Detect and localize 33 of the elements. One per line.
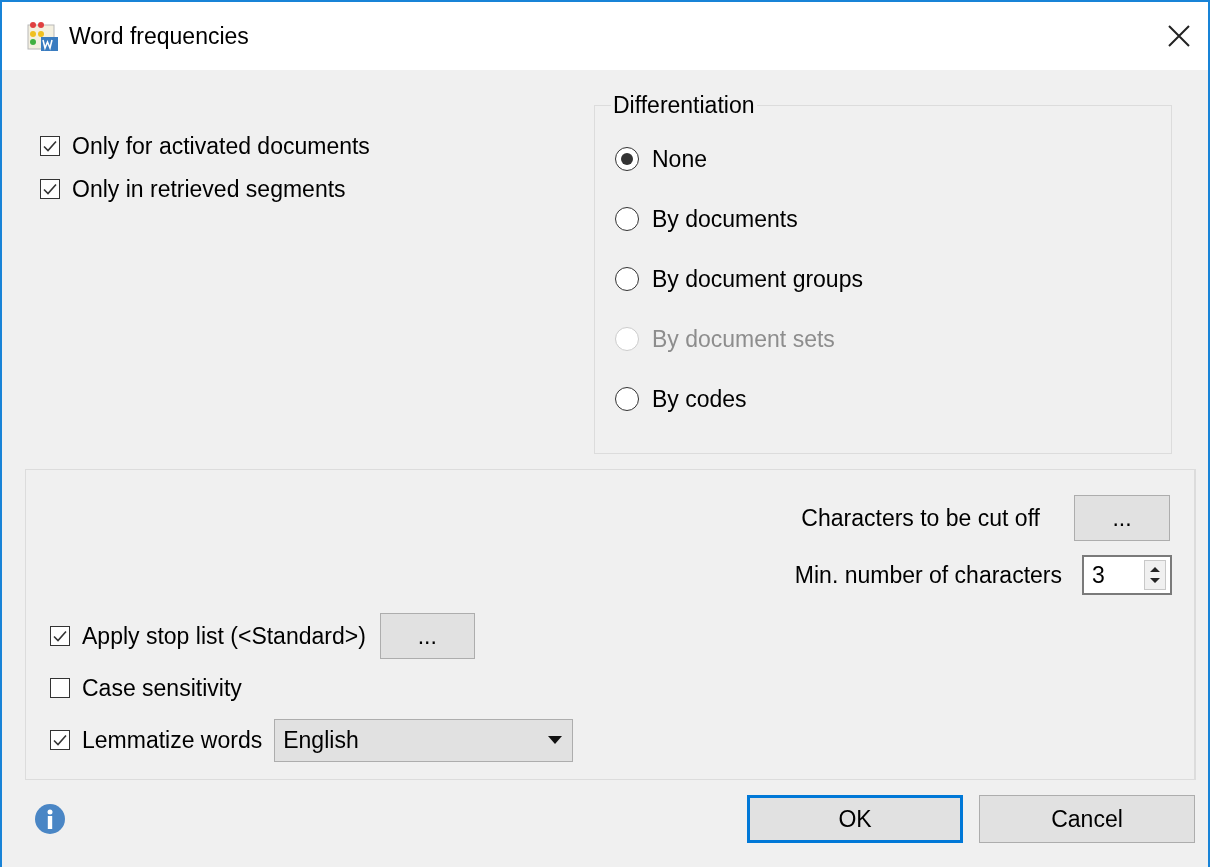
checkbox[interactable] [50,678,70,698]
app-icon [27,20,59,52]
radio-button[interactable] [615,147,639,171]
window-title: Word frequencies [69,22,250,50]
checkbox-label: Only for activated documents [72,132,370,160]
checkbox-label: Only in retrieved segments [72,175,346,203]
checkbox[interactable] [40,179,60,199]
radio-label: By document sets [652,325,835,353]
radio-button[interactable] [615,387,639,411]
checkbox-label: Apply stop list (<Standard>) [82,622,366,650]
checkbox[interactable] [50,730,70,750]
browse-button[interactable]: ... [379,613,475,659]
radio-label: By codes [652,385,747,413]
dialog-button[interactable]: Cancel [979,795,1195,843]
group-title: Differentiation [612,92,756,119]
radio-label: By document groups [652,265,863,293]
language-dropdown[interactable]: English [274,718,574,762]
info-icon[interactable] [35,804,65,834]
field-label: Min. number of characters [794,561,1062,589]
radio-label: By documents [652,205,798,233]
browse-button[interactable]: ... [1074,495,1170,541]
radio-button[interactable] [615,207,639,231]
field-label: Characters to be cut off [801,504,1040,532]
radio-button[interactable] [615,267,639,291]
checkbox[interactable] [50,626,70,646]
radio-label: None [652,145,707,173]
dialog-button[interactable]: OK [747,795,963,843]
checkbox-label: Case sensitivity [82,674,242,702]
number-spinner[interactable]: 3 [1082,555,1172,595]
caret-icon [548,736,563,744]
close-icon[interactable] [1166,23,1192,49]
checkbox-label: Lemmatize words [82,726,263,754]
checkbox[interactable] [40,136,60,156]
